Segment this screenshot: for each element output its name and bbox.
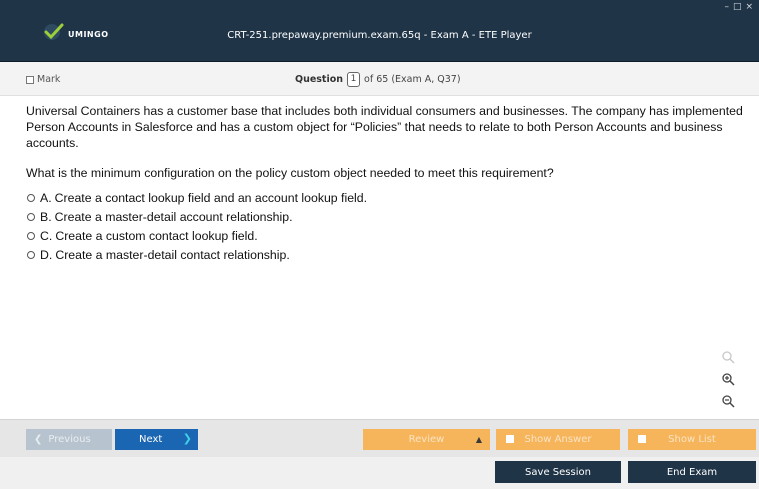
option-d[interactable]: D. Create a master-detail contact relati… (26, 245, 748, 264)
review-button[interactable]: Review ▲ (363, 429, 490, 450)
next-label: Next (139, 434, 163, 445)
radio-icon[interactable] (27, 250, 35, 259)
show-list-button[interactable]: Show List (628, 429, 756, 450)
question-of-text: of 65 (Exam A, Q37) (364, 74, 461, 85)
zoom-out-icon[interactable] (719, 392, 737, 410)
mark-label: Mark (37, 74, 61, 85)
option-text: Create a master-detail contact relations… (55, 247, 290, 262)
radio-icon[interactable] (27, 212, 35, 221)
chevron-right-icon: ❯ (182, 432, 192, 445)
window-controls: – □ × (724, 2, 753, 12)
title-bar: UMINGO CRT-251.prepaway.premium.exam.65q… (0, 0, 759, 62)
question-header: Mark Question 1 of 65 (Exam A, Q37) (0, 62, 759, 96)
triangle-up-icon[interactable]: ▲ (476, 435, 482, 444)
minimize-button[interactable]: – (724, 2, 729, 12)
show-list-checkbox[interactable] (638, 435, 646, 443)
review-label: Review (408, 434, 445, 445)
option-letter: C. (40, 228, 53, 243)
option-a[interactable]: A. Create a contact lookup field and an … (26, 188, 748, 207)
window-title: CRT-251.prepaway.premium.exam.65q - Exam… (227, 30, 532, 41)
question-content: Universal Containers has a customer base… (26, 103, 748, 264)
previous-label: Previous (48, 434, 91, 445)
side-tools (719, 348, 737, 414)
option-b[interactable]: B. Create a master-detail account relati… (26, 207, 748, 226)
show-answer-label: Show Answer (524, 434, 592, 445)
radio-icon[interactable] (27, 231, 35, 240)
close-button[interactable]: × (745, 2, 753, 12)
option-text: Create a custom contact lookup field. (55, 228, 258, 243)
option-letter: A. (40, 190, 52, 205)
question-word: Question (295, 74, 344, 85)
mark-checkbox[interactable]: Mark (26, 74, 60, 85)
chevron-left-icon: ❮ (34, 434, 43, 445)
end-exam-button[interactable]: End Exam (628, 461, 756, 483)
show-answer-checkbox[interactable] (506, 435, 514, 443)
next-button[interactable]: Next ❯ (115, 429, 198, 450)
option-text: Create a master-detail account relations… (54, 209, 293, 224)
mark-box[interactable] (26, 75, 34, 84)
save-session-button[interactable]: Save Session (495, 461, 621, 483)
navigation-bar: ❮ Previous Next ❯ Review ▲ Show Answer S… (0, 419, 759, 457)
maximize-button[interactable]: □ (733, 2, 742, 12)
previous-button[interactable]: ❮ Previous (26, 429, 112, 450)
question-number-input[interactable]: 1 (347, 72, 361, 87)
option-c[interactable]: C. Create a custom contact lookup field. (26, 226, 748, 245)
question-counter: Question 1 of 65 (Exam A, Q37) (295, 72, 461, 87)
show-answer-button[interactable]: Show Answer (496, 429, 620, 450)
question-prompt: What is the minimum configuration on the… (26, 166, 554, 180)
option-text: Create a contact lookup field and an acc… (54, 190, 368, 205)
answer-options: A. Create a contact lookup field and an … (26, 188, 748, 264)
bottom-bar: Save Session End Exam (0, 457, 759, 489)
option-letter: D. (40, 247, 53, 262)
show-list-label: Show List (668, 434, 716, 445)
question-text: Universal Containers has a customer base… (26, 104, 743, 150)
option-letter: B. (40, 209, 52, 224)
radio-icon[interactable] (27, 193, 35, 202)
zoom-in-icon[interactable] (719, 370, 737, 388)
search-icon[interactable] (719, 348, 737, 366)
